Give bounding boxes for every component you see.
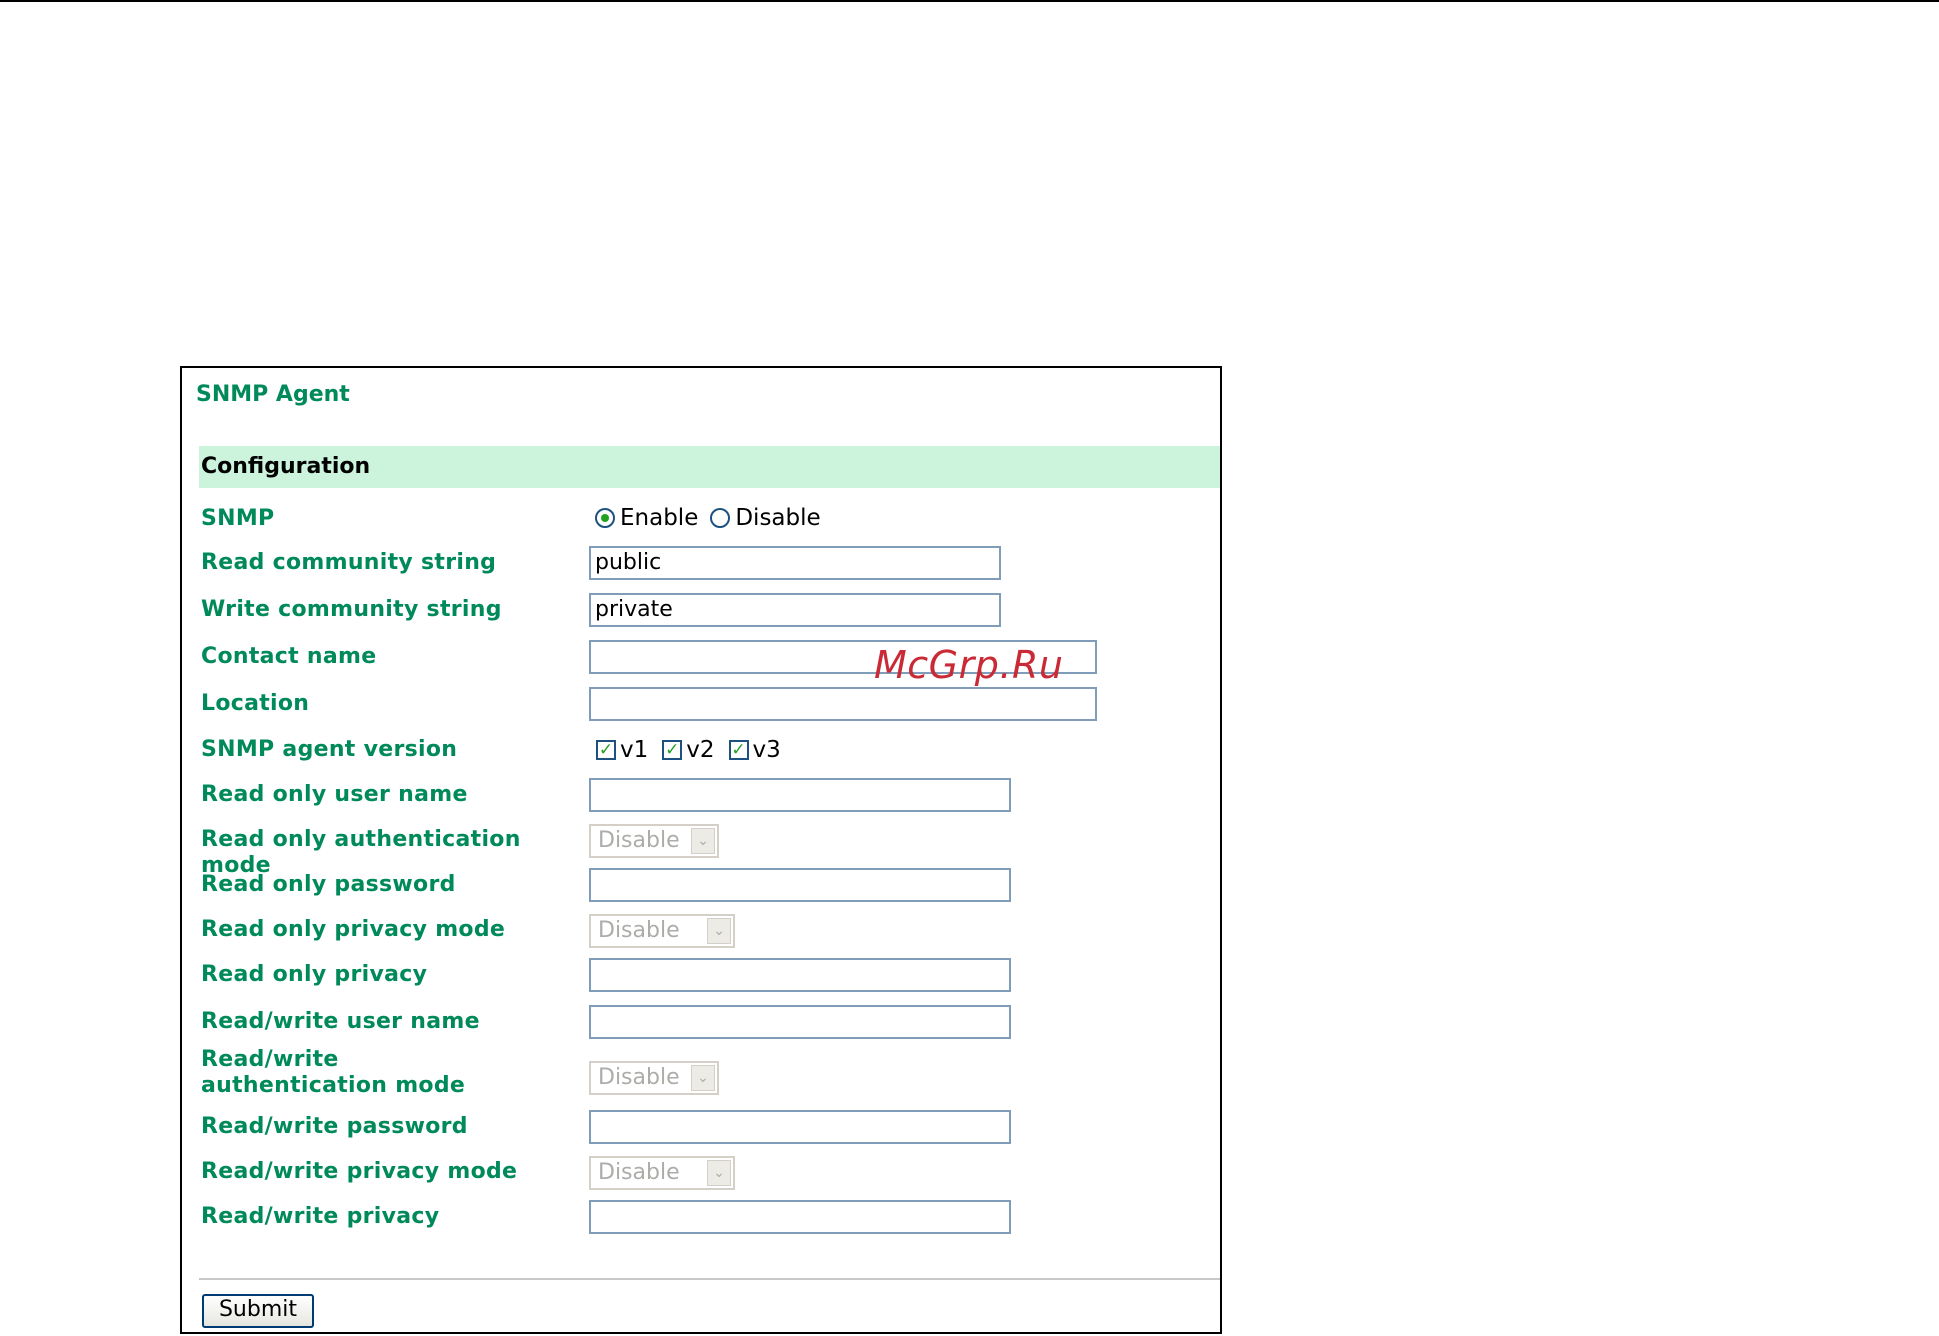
location-label: Location xyxy=(201,691,310,716)
ro-privacy-mode-select[interactable]: Disable ⌄ xyxy=(589,914,735,948)
ro-privacy-label: Read only privacy xyxy=(201,962,428,987)
row-ro-auth-mode: Read only authentication mode Disable ⌄ xyxy=(182,824,1220,878)
read-community-label: Read community string xyxy=(201,550,497,575)
ro-password-label: Read only password xyxy=(201,872,456,897)
rw-password-label: Read/write password xyxy=(201,1114,468,1139)
ro-auth-mode-select[interactable]: Disable ⌄ xyxy=(589,824,719,858)
section-header-configuration: Configuration xyxy=(199,446,1220,488)
location-input[interactable] xyxy=(589,687,1097,721)
rw-privacy-mode-value: Disable xyxy=(598,1160,680,1185)
page-title: SNMP Agent xyxy=(196,382,350,407)
rw-auth-mode-select[interactable]: Disable ⌄ xyxy=(589,1061,719,1095)
snmp-radio-group: Enable Disable xyxy=(595,505,833,531)
ro-user-label: Read only user name xyxy=(201,782,468,807)
chevron-down-icon[interactable]: ⌄ xyxy=(707,918,731,944)
contact-name-label: Contact name xyxy=(201,644,377,669)
chevron-down-icon[interactable]: ⌄ xyxy=(691,1065,715,1091)
read-community-input[interactable]: public xyxy=(589,546,1001,580)
top-rule xyxy=(0,0,1939,2)
rw-auth-mode-value: Disable xyxy=(598,1065,680,1090)
ro-auth-mode-value: Disable xyxy=(598,828,680,853)
rw-user-label: Read/write user name xyxy=(201,1009,480,1034)
rw-password-input[interactable] xyxy=(589,1110,1011,1144)
v3-checkbox[interactable]: ✓ xyxy=(728,740,749,760)
row-ro-privacy-mode: Read only privacy mode Disable ⌄ xyxy=(182,914,1220,951)
write-community-label: Write community string xyxy=(201,597,502,622)
chevron-down-icon[interactable]: ⌄ xyxy=(707,1160,731,1186)
rw-auth-mode-label: Read/write authentication mode xyxy=(201,1047,466,1098)
v1-checkbox[interactable]: ✓ xyxy=(596,740,616,760)
ro-user-input[interactable] xyxy=(589,778,1011,812)
chevron-down-icon[interactable]: ⌄ xyxy=(691,828,715,854)
write-community-input[interactable]: private xyxy=(589,593,1001,627)
divider xyxy=(199,1278,1220,1280)
agent-version-checkboxes: ✓ v1 ✓ v2 ✓ v3 xyxy=(596,737,795,763)
v1-label[interactable]: v1 xyxy=(620,737,648,763)
submit-button[interactable]: Submit xyxy=(202,1294,314,1328)
v2-checkbox[interactable]: ✓ xyxy=(662,740,683,760)
snmp-label: SNMP xyxy=(201,506,275,531)
ro-privacy-mode-label: Read only privacy mode xyxy=(201,917,506,942)
v2-label[interactable]: v2 xyxy=(686,737,714,763)
v3-label[interactable]: v3 xyxy=(753,737,781,763)
snmp-disable-label[interactable]: Disable xyxy=(735,505,820,531)
snmp-enable-label[interactable]: Enable xyxy=(620,505,698,531)
snmp-agent-panel: SNMP Agent Configuration SNMP Enable Dis… xyxy=(180,366,1222,1334)
agent-version-label: SNMP agent version xyxy=(201,737,458,762)
row-rw-privacy-mode: Read/write privacy mode Disable ⌄ xyxy=(182,1156,1220,1193)
ro-privacy-input[interactable] xyxy=(589,958,1011,992)
rw-privacy-label: Read/write privacy xyxy=(201,1204,440,1229)
snmp-enable-radio[interactable] xyxy=(595,508,615,528)
rw-privacy-mode-label: Read/write privacy mode xyxy=(201,1159,518,1184)
watermark: McGrp.Ru xyxy=(874,643,1064,687)
rw-privacy-mode-select[interactable]: Disable ⌄ xyxy=(589,1156,735,1190)
rw-privacy-input[interactable] xyxy=(589,1200,1011,1234)
snmp-disable-radio[interactable] xyxy=(710,508,731,528)
ro-privacy-mode-value: Disable xyxy=(598,918,680,943)
rw-user-input[interactable] xyxy=(589,1005,1011,1039)
row-rw-auth-mode: Read/write authentication mode Disable ⌄ xyxy=(182,1047,1220,1098)
ro-password-input[interactable] xyxy=(589,868,1011,902)
